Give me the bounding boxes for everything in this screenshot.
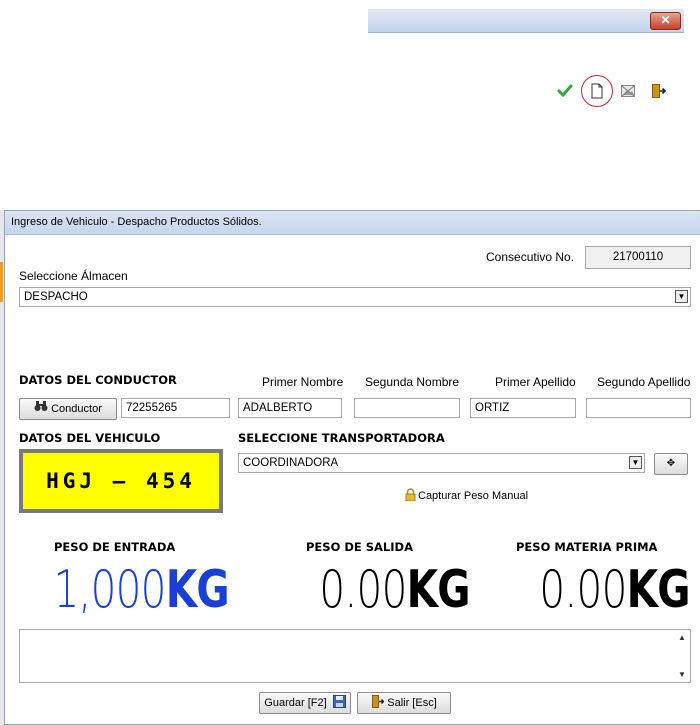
floppy-disk-icon [332,695,346,715]
scroll-down-icon[interactable]: ▼ [676,670,688,679]
transport-section-label: SELECCIONE TRANSPORTADORA [238,431,445,445]
manual-weight-label: Capturar Peso Manual [418,490,529,502]
entry-weight-label: PESO DE ENTRADA [54,540,176,554]
second-name-input[interactable] [354,398,460,418]
transport-select[interactable]: COORDINADORA ▼ [238,453,645,473]
scroll-up-icon[interactable]: ▲ [676,633,688,642]
exit-weight-value: 0.00 [319,560,408,620]
warehouse-select[interactable]: DESPACHO ▼ [19,287,691,307]
chevron-down-icon[interactable]: ▼ [629,456,642,469]
exit-label: Salir [Esc] [387,697,437,709]
entry-weight-display: 1,000KG [53,560,230,620]
first-name-input[interactable]: ADALBERTO [238,398,342,418]
exit-button[interactable]: Salir [Esc] [357,692,451,714]
second-surname-label: Segundo Apellido [597,375,691,389]
check-icon[interactable] [557,83,573,99]
vehicle-section-label: DATOS DEL VEHICULO [19,431,161,445]
warehouse-label: Seleccione Álmacen [19,269,128,283]
binoculars-icon [34,399,48,419]
lock-icon [405,488,416,504]
manual-weight-link[interactable]: Capturar Peso Manual [405,488,528,504]
image-icon[interactable] [620,83,636,99]
exit-icon[interactable] [650,83,667,99]
license-plate-text: HGJ – 454 [23,453,219,509]
driver-section-label: DATOS DEL CONDUCTOR [19,373,177,387]
driver-search-button[interactable]: Conductor [19,398,117,420]
save-label: Guardar [F2] [264,697,327,709]
driver-button-label: Conductor [51,403,102,415]
raw-material-weight-label: PESO MATERIA PRIMA [516,540,658,554]
warehouse-value: DESPACHO [24,291,88,303]
observations-textarea[interactable]: ▲ ▼ [19,629,691,683]
first-name-label: Primer Nombre [262,375,344,389]
raw-material-weight-display: 0.00KG [539,560,691,620]
exit-weight-label: PESO DE SALIDA [306,540,413,554]
raw-material-weight-unit: KG [626,560,691,620]
license-plate: HGJ – 454 [19,449,223,513]
dialog-title: Ingreso de Vehiculo - Despacho Productos… [5,211,700,235]
transport-value: COORDINADORA [243,457,339,469]
driver-id-input[interactable]: 72255265 [121,398,230,418]
entry-weight-value: 1,000 [53,560,167,620]
new-document-icon[interactable] [589,83,605,99]
background-accent [0,262,3,302]
exit-weight-unit: KG [406,560,471,620]
consecutive-field: 21700110 [585,246,691,269]
first-surname-label: Primer Apellido [495,375,576,389]
close-button[interactable]: ✕ [650,12,681,30]
exit-door-icon [371,695,385,715]
vehicle-entry-dialog: Ingreso de Vehiculo - Despacho Productos… [4,210,700,725]
raw-material-weight-value: 0.00 [539,560,628,620]
first-surname-input[interactable]: ORTIZ [470,398,576,418]
background-window-titlebar: ✕ [368,9,684,33]
save-button[interactable]: Guardar [F2] [259,692,351,714]
second-surname-input[interactable] [586,398,691,418]
consecutive-label: Consecutivo No. [486,250,575,264]
exit-weight-display: 0.00KG [319,560,471,620]
entry-weight-unit: KG [165,560,230,620]
second-name-label: Segunda Nombre [365,375,460,389]
chevron-down-icon[interactable]: ▼ [675,290,688,303]
add-transport-button[interactable]: ✥ [654,453,688,475]
